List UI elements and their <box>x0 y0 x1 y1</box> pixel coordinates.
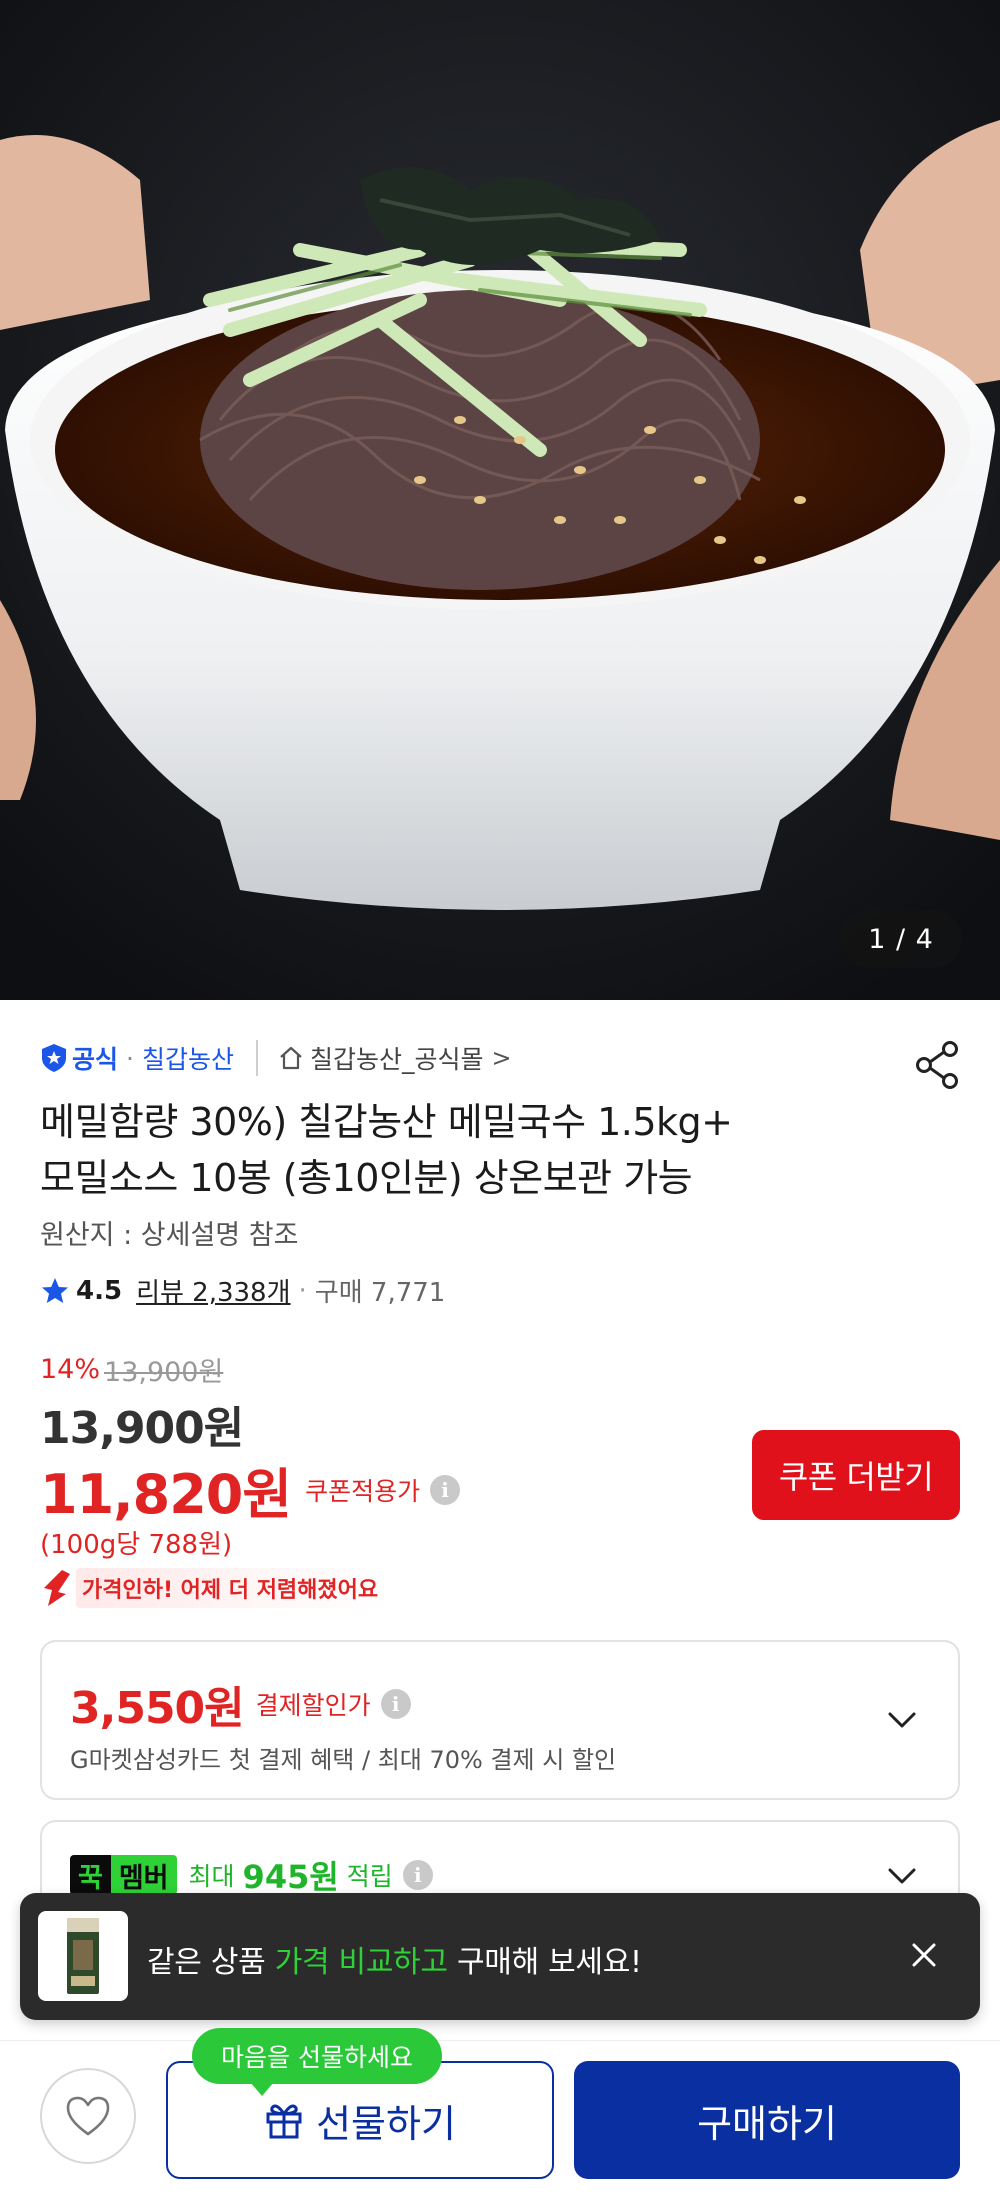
official-shield-icon <box>42 1044 66 1072</box>
review-count-link[interactable]: 리뷰 2,338개 <box>136 1272 290 1309</box>
close-icon[interactable] <box>904 1935 944 1975</box>
seller-row: 공식 · 칠갑농산 칠갑농산_공식몰 > <box>40 1038 512 1078</box>
payment-discount-label: 결제할인가 <box>255 1691 371 1720</box>
info-icon[interactable]: i <box>430 1474 461 1505</box>
compare-toast-text-post: 구매해 보세요! <box>447 1945 642 1980</box>
member-badge: 꾹 멤버 <box>70 1855 177 1895</box>
price-drop-text: 가격인하! 어제 더 저렴해졌어요 <box>76 1568 389 1608</box>
payment-discount-desc: G마켓삼성카드 첫 결제 혜택 / 최대 70% 결제 시 할인 <box>70 1746 617 1774</box>
coupon-price-label: 쿠폰적용가 <box>305 1476 421 1506</box>
purchase-count: 구매 7,771 <box>314 1278 446 1308</box>
product-title-line2: 모밀소스 10봉 (총10인분) 상온보관 가능 <box>40 1156 693 1200</box>
official-badge: 공식 <box>40 1040 118 1076</box>
price-down-arrow-icon <box>44 1570 70 1606</box>
discount-row: 14% 13,900원 <box>40 1350 223 1389</box>
separator-dot: · <box>126 1043 134 1073</box>
bottom-action-bar: 선물하기 구매하기 <box>0 2040 1000 2197</box>
product-photo-noodles <box>0 0 1000 1000</box>
home-icon <box>280 1046 302 1070</box>
store-link[interactable]: 칠갑농산_공식몰 > <box>278 1040 512 1076</box>
compare-product-thumbnail <box>38 1911 128 2001</box>
payment-discount-card[interactable]: 3,550원 결제할인가 i G마켓삼성카드 첫 결제 혜택 / 최대 70% … <box>40 1640 960 1800</box>
product-package-image <box>67 1918 99 1994</box>
points-max-label: 최대 <box>188 1862 235 1891</box>
payment-discount-row: 3,550원 결제할인가 i <box>70 1672 411 1736</box>
gift-button-label: 선물하기 <box>316 2101 456 2146</box>
sale-price: 13,900원 <box>40 1403 244 1454</box>
original-price: 13,900원 <box>104 1357 224 1388</box>
compare-toast-text-pre: 같은 상품 <box>147 1945 275 1980</box>
price-drop-note: 가격인하! 어제 더 저렴해졌어요 <box>40 1568 389 1608</box>
star-icon <box>42 1277 68 1303</box>
store-name: 칠갑농산_공식몰 <box>309 1045 484 1074</box>
chevron-down-icon[interactable] <box>884 1858 920 1894</box>
image-counter: 1 / 4 <box>840 910 962 968</box>
gift-tooltip-bubble: 마음을 선물하세요 <box>192 2028 442 2096</box>
coupon-price-row: 11,820원 쿠폰적용가 i <box>40 1450 461 1529</box>
member-points-row: 꾹 멤버 최대 945원 적립 i <box>70 1852 433 1898</box>
info-icon[interactable]: i <box>380 1689 411 1719</box>
coupon-price: 11,820원 <box>40 1463 292 1526</box>
product-image-gallery[interactable]: 1 / 4 <box>0 0 1000 1000</box>
origin-info: 원산지 : 상세설명 참조 <box>40 1220 299 1251</box>
discount-rate: 14% <box>40 1354 101 1385</box>
gift-icon <box>266 2104 302 2139</box>
points-amount: 945원 <box>242 1858 339 1896</box>
chevron-right-icon: > <box>491 1044 512 1072</box>
divider <box>255 1040 258 1076</box>
share-icon[interactable] <box>914 1040 962 1090</box>
get-more-coupon-button[interactable]: 쿠폰 더받기 <box>752 1430 960 1520</box>
wishlist-button[interactable] <box>40 2068 136 2164</box>
info-icon[interactable]: i <box>402 1860 433 1890</box>
buy-button[interactable]: 구매하기 <box>574 2061 960 2179</box>
chevron-down-icon[interactable] <box>884 1702 920 1738</box>
member-badge-b: 멤버 <box>110 1855 177 1895</box>
product-title-line1: 메밀함량 30%) 칠갑농산 메밀국수 1.5kg+ <box>40 1100 733 1144</box>
compare-toast-text: 같은 상품 가격 비교하고 구매해 보세요! <box>147 1937 642 1981</box>
rating-score: 4.5 <box>76 1275 123 1306</box>
compare-toast-highlight: 가격 비교하고 <box>274 1945 448 1980</box>
separator-dot: · <box>298 1275 307 1306</box>
product-title: 메밀함량 30%) 칠갑농산 메밀국수 1.5kg+ 모밀소스 10봉 (총10… <box>40 1094 920 1206</box>
official-label: 공식 <box>72 1045 119 1074</box>
price-compare-toast[interactable]: 같은 상품 가격 비교하고 구매해 보세요! <box>20 1893 980 2020</box>
member-badge-a: 꾹 <box>70 1855 111 1895</box>
unit-price: (100g당 788원) <box>40 1530 233 1560</box>
rating-row: 4.5 리뷰 2,338개 · 구매 7,771 <box>40 1272 445 1309</box>
brand-link[interactable]: 칠갑농산 <box>142 1040 234 1076</box>
payment-discount-price: 3,550원 <box>70 1683 245 1734</box>
points-accumulate-label: 적립 <box>346 1862 393 1891</box>
heart-icon <box>66 2096 110 2136</box>
